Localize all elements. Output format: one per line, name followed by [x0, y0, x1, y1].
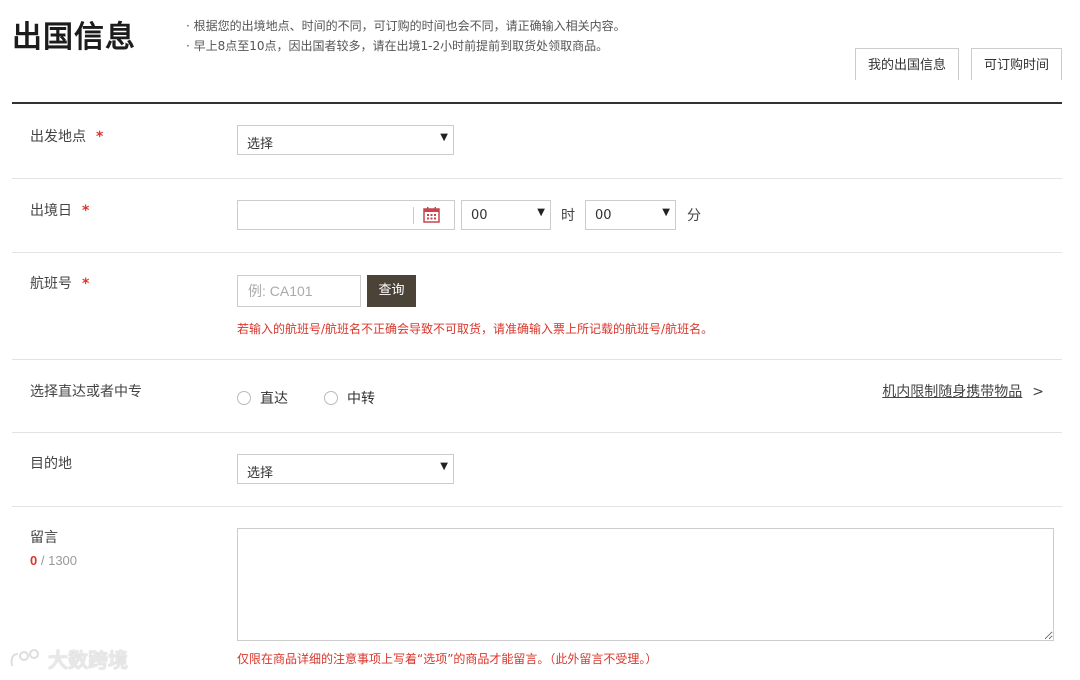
tab-orderable-time[interactable]: 可订购时间 — [970, 48, 1062, 80]
departure-label: 出发地点 * — [30, 129, 104, 145]
note-line: · 早上8点至10点，因出国者较多，请在出境1-2小时前提前到取货处领取商品。 — [186, 39, 609, 53]
destination-label: 目的地 — [30, 456, 72, 472]
hour-unit: 时 — [561, 208, 575, 224]
destination-select[interactable]: 选择 ▼ — [237, 454, 454, 484]
required-mark: * — [82, 276, 90, 292]
hour-select[interactable]: 00 ▼ — [461, 200, 551, 230]
divider — [413, 207, 414, 224]
row-departure: 出发地点 * 选择 ▼ — [12, 104, 1062, 179]
flight-warning: 若输入的航班号/航班名不正确会导致不可取货，请准确输入票上所记载的航班号/航班名… — [237, 322, 714, 336]
message-max: / 1300 — [40, 553, 78, 568]
tab-my-departure-info[interactable]: 我的出国信息 — [854, 48, 959, 80]
calendar-icon[interactable] — [423, 206, 440, 223]
message-count: 0 — [30, 553, 38, 568]
caret-down-icon: ▼ — [537, 207, 545, 218]
header-notes: · 根据您的出境地点、时间的不同，可订购的时间也会不同，请正确输入相关内容。 ·… — [186, 16, 626, 56]
caret-down-icon: ▼ — [440, 132, 448, 143]
destination-select-value: 选择 — [247, 466, 274, 481]
caret-down-icon: ▼ — [662, 207, 670, 218]
note-line: · 根据您的出境地点、时间的不同，可订购的时间也会不同，请正确输入相关内容。 — [186, 19, 626, 33]
row-flight: 航班号* 查询 若输入的航班号/航班名不正确会导致不可取货，请准确输入票上所记载… — [12, 253, 1062, 360]
flight-label: 航班号 * — [30, 276, 90, 292]
watermark: 大数跨境 — [8, 644, 128, 673]
exit-date-label: 出境日 * — [30, 203, 90, 219]
required-mark: * — [82, 203, 90, 219]
minute-unit: 分 — [687, 208, 701, 224]
radio-circle-icon — [324, 391, 338, 405]
message-label: 留言 — [30, 530, 58, 546]
header-tabs: 我的出国信息 可订购时间 — [854, 48, 1062, 80]
required-mark: * — [96, 129, 104, 145]
minute-select[interactable]: 00 ▼ — [585, 200, 676, 230]
radio-circle-icon — [237, 391, 251, 405]
route-label: 选择直达或者中专 — [30, 384, 142, 400]
radio-direct[interactable]: 直达 — [237, 388, 288, 408]
row-message: 留言 0 / 1300 仅限在商品详细的注意事项上写着“选项”的商品才能留言。（… — [12, 507, 1062, 680]
carry-on-restrictions-link[interactable]: 机内限制随身携带物品 > — [882, 381, 1044, 401]
watermark-logo-icon — [10, 648, 39, 666]
radio-transfer[interactable]: 中转 — [324, 388, 375, 408]
chevron-right-icon: > — [1032, 384, 1044, 400]
page-title: 出国信息 — [12, 20, 136, 55]
departure-select-value: 选择 — [247, 137, 274, 152]
row-route: 选择直达或者中专 直达 中转 机内限制随身携带物品 > — [12, 360, 1062, 433]
departure-select[interactable]: 选择 ▼ — [237, 125, 454, 155]
message-counter: 0 / 1300 — [30, 553, 77, 568]
flight-number-input[interactable] — [237, 275, 361, 307]
query-button[interactable]: 查询 — [367, 275, 416, 307]
row-destination: 目的地 选择 ▼ — [12, 433, 1062, 507]
exit-date-input[interactable] — [237, 200, 455, 230]
caret-down-icon: ▼ — [440, 461, 448, 472]
page-header: 出国信息 · 根据您的出境地点、时间的不同，可订购的时间也会不同，请正确输入相关… — [0, 0, 1080, 104]
message-note: 仅限在商品详细的注意事项上写着“选项”的商品才能留言。（此外留言不受理。） — [237, 652, 658, 666]
message-textarea[interactable] — [237, 528, 1054, 641]
row-exit-date: 出境日 * 00 ▼ 时 00 ▼ 分 — [12, 179, 1062, 253]
hour-value: 00 — [471, 208, 488, 223]
minute-value: 00 — [595, 208, 612, 223]
